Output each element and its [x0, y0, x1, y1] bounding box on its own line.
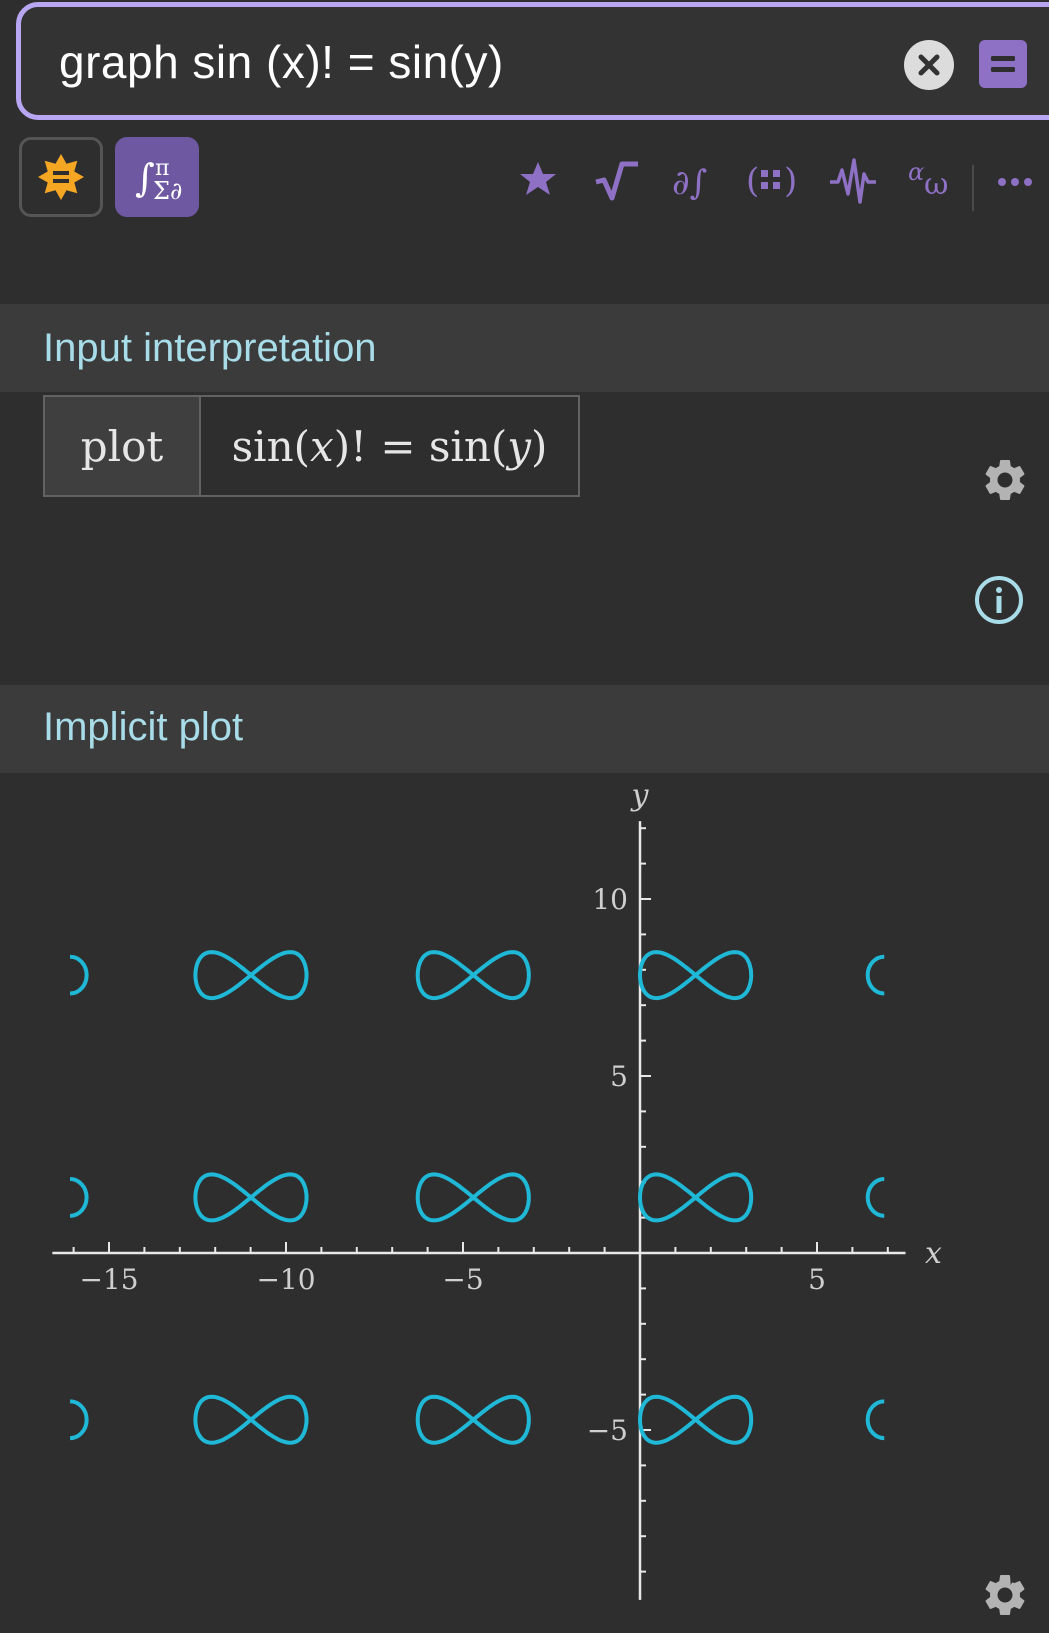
- interpretation-value: sin(x)! = sin(y): [231, 421, 548, 471]
- natural-language-button[interactable]: [19, 137, 103, 217]
- x-tick-label: 5: [808, 1263, 826, 1296]
- svg-text:∂∫: ∂∫: [672, 163, 707, 203]
- sqrt-icon[interactable]: [592, 152, 642, 208]
- svg-text:ω: ω: [924, 167, 948, 202]
- matrix-icon[interactable]: ( ): [746, 152, 802, 208]
- more-icon[interactable]: [994, 152, 1040, 208]
- search-input[interactable]: graph sin (x)! = sin(y): [59, 35, 504, 89]
- figure-eight-curve: [637, 1172, 754, 1223]
- equals-icon: [991, 56, 1015, 72]
- implicit-plot-chart: −15 −10 −5 5 10 5 −5 x y: [52, 778, 942, 1600]
- clear-button[interactable]: [904, 40, 954, 90]
- math-input-icon: ∫ π Σ∂: [135, 156, 182, 205]
- partial-integral-icon[interactable]: ∂∫: [670, 152, 722, 208]
- figure-eight-curve: [193, 1172, 309, 1223]
- figure-eight-curve: [637, 1394, 754, 1445]
- waveform-icon[interactable]: [828, 152, 878, 208]
- input-interpretation-header: Input interpretation: [0, 304, 1049, 392]
- interpretation-key: plot: [45, 397, 201, 495]
- partial-curve-left: [69, 1177, 89, 1218]
- close-icon: [918, 54, 940, 76]
- figure-eight-curve: [415, 1172, 531, 1223]
- star-icon[interactable]: [515, 152, 561, 208]
- partial-curve-left: [69, 954, 89, 996]
- partial-curve-left: [69, 1399, 89, 1441]
- svg-text:∫: ∫: [135, 156, 155, 200]
- partial-curve-right: [865, 1177, 885, 1218]
- figure-eight-curve: [415, 950, 531, 1001]
- svg-text:(: (: [746, 161, 759, 201]
- gear-icon[interactable]: [980, 455, 1030, 505]
- gear-icon[interactable]: [980, 1570, 1030, 1620]
- x-tick-label: −5: [442, 1263, 483, 1296]
- svg-text:): ): [784, 161, 797, 201]
- interpretation-table: plot sin(x)! = sin(y): [43, 395, 580, 497]
- figure-eight-curve: [415, 1394, 531, 1445]
- natural-language-mode-button[interactable]: [979, 40, 1027, 88]
- toolbar-divider: [972, 165, 974, 211]
- x-tick-label: −10: [256, 1263, 315, 1296]
- y-tick-label: 10: [592, 883, 628, 916]
- y-tick-label: −5: [587, 1414, 628, 1447]
- y-axis-label: y: [630, 778, 650, 813]
- svg-text:α: α: [908, 158, 924, 186]
- y-tick-label: 5: [610, 1060, 628, 1093]
- math-input-button[interactable]: ∫ π Σ∂: [115, 137, 199, 217]
- svg-text:Σ∂: Σ∂: [153, 177, 182, 205]
- x-axis-label: x: [925, 1236, 942, 1271]
- figure-eight-curve: [193, 1394, 309, 1445]
- greek-letters-icon[interactable]: α ω: [906, 152, 958, 208]
- figure-eight-curve: [193, 950, 309, 1001]
- pod-title: Implicit plot: [43, 705, 244, 749]
- partial-curve-right: [865, 954, 885, 996]
- implicit-plot-header: Implicit plot: [0, 685, 1049, 773]
- pod-title: Input interpretation: [43, 326, 377, 370]
- figure-eight-curve: [637, 950, 754, 1001]
- wolfram-sun-icon: [38, 154, 84, 200]
- x-tick-label: −15: [79, 1263, 138, 1296]
- info-icon[interactable]: [973, 574, 1025, 626]
- search-bar[interactable]: graph sin (x)! = sin(y): [16, 2, 1049, 120]
- partial-curve-right: [865, 1399, 885, 1441]
